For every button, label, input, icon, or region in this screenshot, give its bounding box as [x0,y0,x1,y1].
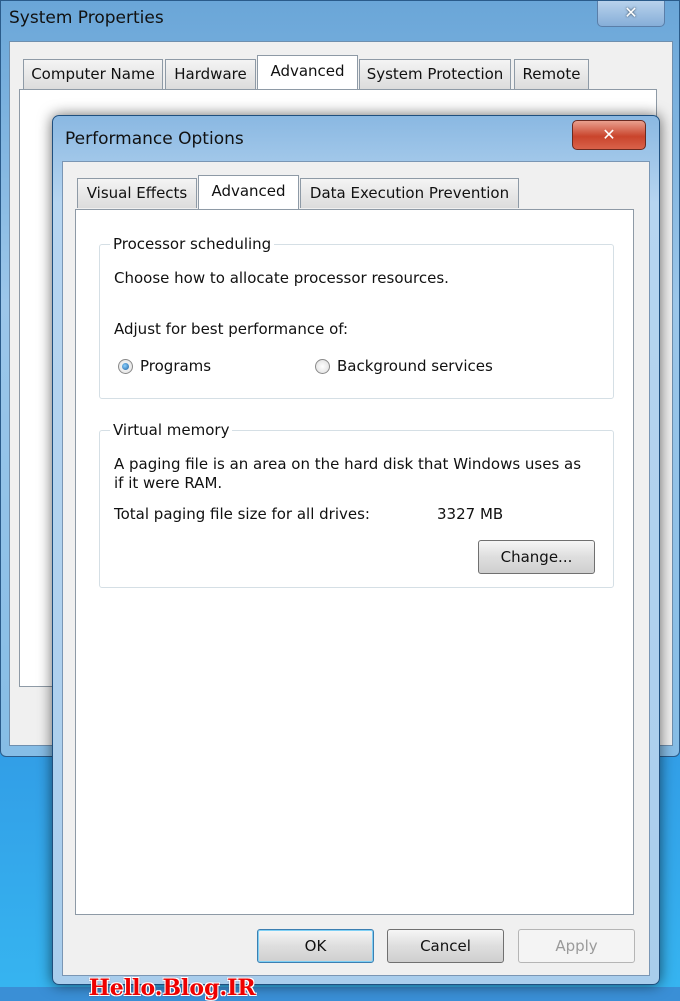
dialog-title: Performance Options [65,129,244,149]
tab-advanced[interactable]: Advanced [198,175,299,209]
watermark: Hello.Blog.IR [89,975,256,1001]
tab-system-protection[interactable]: System Protection [359,59,511,89]
tab-visual-effects[interactable]: Visual Effects [77,178,197,208]
group-legend: Processor scheduling [110,235,275,253]
total-paging-value: 3327 MB [437,505,504,523]
total-paging-label: Total paging file size for all drives: [114,505,370,523]
group-legend: Virtual memory [110,421,233,439]
window-title: System Properties [9,8,164,28]
description-line2: if it were RAM. [114,474,223,492]
tab-data-execution-prevention[interactable]: Data Execution Prevention [300,178,519,208]
ok-button[interactable]: OK [257,929,374,963]
adjust-label: Adjust for best performance of: [114,320,349,338]
performance-options-dialog: Performance Options ✕ Visual Effects Adv… [52,115,660,1001]
description-line1: A paging file is an area on the hard dis… [114,455,582,473]
description: Choose how to allocate processor resourc… [114,269,449,287]
tab-computer-name[interactable]: Computer Name [23,59,163,89]
tab-remote[interactable]: Remote [514,59,589,89]
background-services-label[interactable]: Background services [337,357,493,375]
background-services-radio[interactable] [315,359,330,374]
programs-label[interactable]: Programs [140,357,211,375]
virtual-memory-group: Virtual memory A paging file is an area … [99,421,614,588]
tab-panel: Processor scheduling Choose how to alloc… [75,209,634,915]
programs-radio[interactable] [118,359,133,374]
tab-advanced[interactable]: Advanced [257,55,358,89]
dialog-body: Visual Effects Advanced Data Execution P… [62,161,650,1001]
processor-scheduling-group: Processor scheduling Choose how to alloc… [99,235,614,399]
tab-hardware[interactable]: Hardware [165,59,256,89]
apply-button[interactable]: Apply [518,929,635,963]
close-icon[interactable]: ✕ [572,120,646,150]
cancel-button[interactable]: Cancel [387,929,504,963]
close-icon[interactable]: ✕ [597,1,665,27]
change-button[interactable]: Change... [478,540,595,574]
